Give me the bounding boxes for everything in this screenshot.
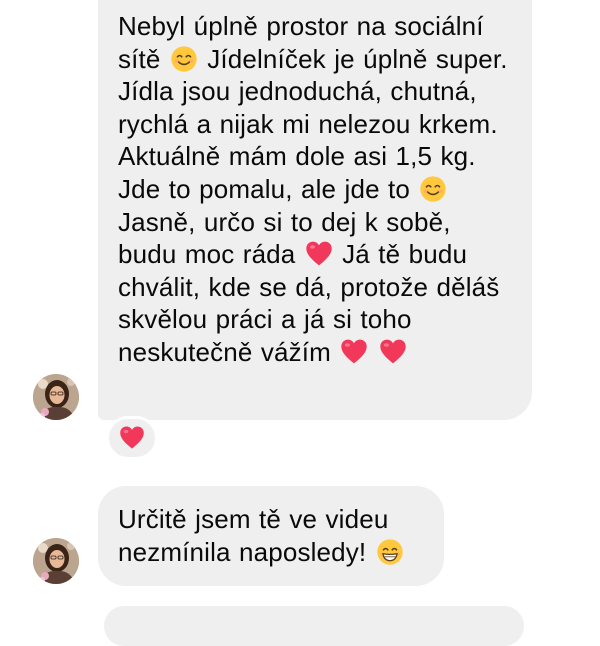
message-text: Určitě jsem tě ve videu nezmínila naposl… xyxy=(118,503,426,568)
message-text-segment: Určitě jsem tě ve videu nezmínila naposl… xyxy=(118,504,389,567)
message-text-segment xyxy=(369,337,377,367)
avatar[interactable] xyxy=(33,374,79,420)
heart-icon xyxy=(380,339,406,364)
grinning-face-icon xyxy=(376,538,403,565)
smiling-face-icon xyxy=(171,45,197,72)
avatar-photo xyxy=(33,374,79,420)
heart-icon xyxy=(306,241,332,266)
smiling-face-icon xyxy=(420,176,447,202)
heart-icon xyxy=(341,339,368,364)
heart-icon xyxy=(120,426,144,449)
message-bubble-received[interactable]: Nebyl úplně prostor na sociální sítě Jíd… xyxy=(98,0,532,420)
message-bubble-received[interactable] xyxy=(104,606,524,646)
message-bubble-received[interactable]: Určitě jsem tě ve videu nezmínila naposl… xyxy=(98,486,444,586)
reaction-badge[interactable] xyxy=(106,416,158,460)
avatar-photo xyxy=(33,538,79,584)
message-text: Nebyl úplně prostor na sociální sítě Jíd… xyxy=(118,10,516,369)
avatar[interactable] xyxy=(33,538,79,584)
